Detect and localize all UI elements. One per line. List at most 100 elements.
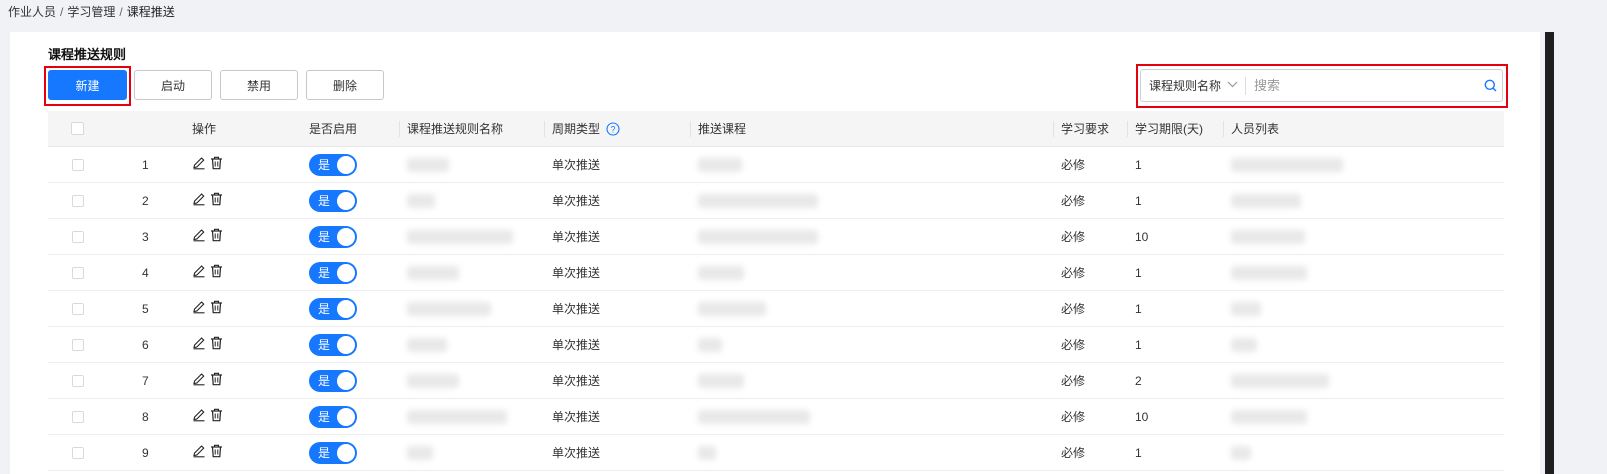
table-row[interactable]: 7 是 单次推送 必修 2 — [48, 363, 1504, 399]
trash-icon[interactable] — [210, 300, 223, 317]
row-checkbox[interactable] — [72, 230, 84, 243]
table-row[interactable]: 8 是 单次推送 必修 10 — [48, 399, 1504, 435]
row-rule-name — [407, 435, 433, 470]
trash-icon[interactable] — [210, 372, 223, 389]
table-row[interactable]: 1 是 单次推送 必修 1 — [48, 147, 1504, 183]
row-checkbox[interactable] — [72, 338, 84, 351]
row-enabled: 是 — [309, 327, 357, 362]
edit-icon[interactable] — [192, 228, 206, 245]
header-requirement: 学习要求 — [1053, 111, 1109, 146]
row-checkbox[interactable] — [72, 374, 84, 387]
row-select[interactable] — [72, 435, 84, 470]
row-rule-name — [407, 255, 459, 290]
edit-icon[interactable] — [192, 336, 206, 353]
row-course — [698, 327, 722, 362]
row-cycle-type: 单次推送 — [552, 158, 601, 172]
table-row[interactable]: 3 是 单次推送 必修 10 — [48, 219, 1504, 255]
row-select[interactable] — [72, 219, 84, 254]
enable-toggle[interactable]: 是 — [309, 297, 357, 320]
row-period: 1 — [1135, 157, 1142, 172]
enable-toggle[interactable]: 是 — [309, 153, 357, 176]
help-icon[interactable]: ? — [606, 121, 620, 136]
edit-icon[interactable] — [192, 408, 206, 425]
row-checkbox[interactable] — [72, 410, 84, 423]
trash-icon[interactable] — [210, 336, 223, 353]
blurred-people — [1231, 373, 1329, 388]
row-cycle-type: 单次推送 — [552, 410, 601, 424]
enable-button[interactable]: 启动 — [134, 70, 212, 100]
blurred-rule-name — [407, 301, 491, 316]
edit-icon[interactable] — [192, 444, 206, 461]
row-select[interactable] — [72, 363, 84, 398]
row-actions — [192, 255, 223, 290]
breadcrumb-item-learning[interactable]: 学习管理 — [67, 5, 115, 19]
row-select[interactable] — [72, 399, 84, 434]
row-checkbox[interactable] — [72, 446, 84, 459]
enable-toggle[interactable]: 是 — [309, 189, 357, 212]
trash-icon[interactable] — [210, 408, 223, 425]
toggle-label: 是 — [318, 158, 331, 172]
enable-toggle[interactable]: 是 — [309, 225, 357, 248]
row-checkbox[interactable] — [72, 194, 84, 207]
enable-toggle[interactable]: 是 — [309, 369, 357, 392]
trash-icon[interactable] — [210, 444, 223, 461]
table-row[interactable]: 5 是 单次推送 必修 1 — [48, 291, 1504, 327]
trash-icon[interactable] — [210, 156, 223, 173]
blurred-course — [698, 193, 818, 208]
toggle-knob — [337, 155, 355, 174]
edit-icon[interactable] — [192, 264, 206, 281]
row-requirement: 必修 — [1061, 266, 1086, 280]
delete-button[interactable]: 删除 — [306, 70, 384, 100]
row-select[interactable] — [72, 255, 84, 290]
row-select[interactable] — [72, 147, 84, 182]
trash-icon[interactable] — [210, 192, 223, 209]
search-input[interactable] — [1246, 69, 1478, 102]
search-icon[interactable] — [1478, 79, 1502, 92]
row-period: 1 — [1135, 193, 1142, 208]
row-enabled: 是 — [309, 399, 357, 434]
enable-toggle[interactable]: 是 — [309, 405, 357, 428]
row-select[interactable] — [72, 327, 84, 362]
row-course — [698, 291, 766, 326]
blurred-course — [698, 409, 810, 424]
scrollbar-thumb[interactable] — [1545, 32, 1554, 474]
row-select[interactable] — [72, 183, 84, 218]
search-bar: 课程规则名称 — [1140, 69, 1503, 102]
row-checkbox[interactable] — [72, 158, 84, 171]
row-checkbox[interactable] — [72, 266, 84, 279]
row-period: 1 — [1135, 337, 1142, 352]
header-select-all[interactable] — [71, 111, 84, 146]
enable-toggle[interactable]: 是 — [309, 261, 357, 284]
edit-icon[interactable] — [192, 156, 206, 173]
table-row[interactable]: 6 是 单次推送 必修 1 — [48, 327, 1504, 363]
edit-icon[interactable] — [192, 372, 206, 389]
table-row[interactable]: 4 是 单次推送 必修 1 — [48, 255, 1504, 291]
search-field-label: 课程规则名称 — [1149, 79, 1222, 93]
row-cycle-type: 单次推送 — [552, 194, 601, 208]
edit-icon[interactable] — [192, 300, 206, 317]
blurred-course — [698, 337, 722, 352]
toggle-knob — [337, 263, 355, 282]
trash-icon[interactable] — [210, 264, 223, 281]
row-people — [1231, 183, 1301, 218]
blurred-rule-name — [407, 409, 507, 424]
search-field-select[interactable]: 课程规则名称 — [1141, 70, 1245, 101]
enable-toggle[interactable]: 是 — [309, 441, 357, 464]
row-checkbox[interactable] — [72, 302, 84, 315]
row-rule-name — [407, 147, 449, 182]
table-row[interactable]: 2 是 单次推送 必修 1 — [48, 183, 1504, 219]
blurred-rule-name — [407, 445, 433, 460]
edit-icon[interactable] — [192, 192, 206, 209]
table-row[interactable]: 9 是 单次推送 必修 1 — [48, 435, 1504, 471]
row-select[interactable] — [72, 291, 84, 326]
row-enabled: 是 — [309, 147, 357, 182]
disable-button[interactable]: 禁用 — [220, 70, 298, 100]
breadcrumb-item-personnel[interactable]: 作业人员 — [8, 5, 56, 19]
select-all-checkbox[interactable] — [71, 122, 84, 135]
toggle-label: 是 — [318, 338, 331, 352]
blurred-people — [1231, 265, 1307, 280]
row-actions — [192, 219, 223, 254]
enable-toggle[interactable]: 是 — [309, 333, 357, 356]
new-button[interactable]: 新建 — [48, 70, 127, 100]
trash-icon[interactable] — [210, 228, 223, 245]
